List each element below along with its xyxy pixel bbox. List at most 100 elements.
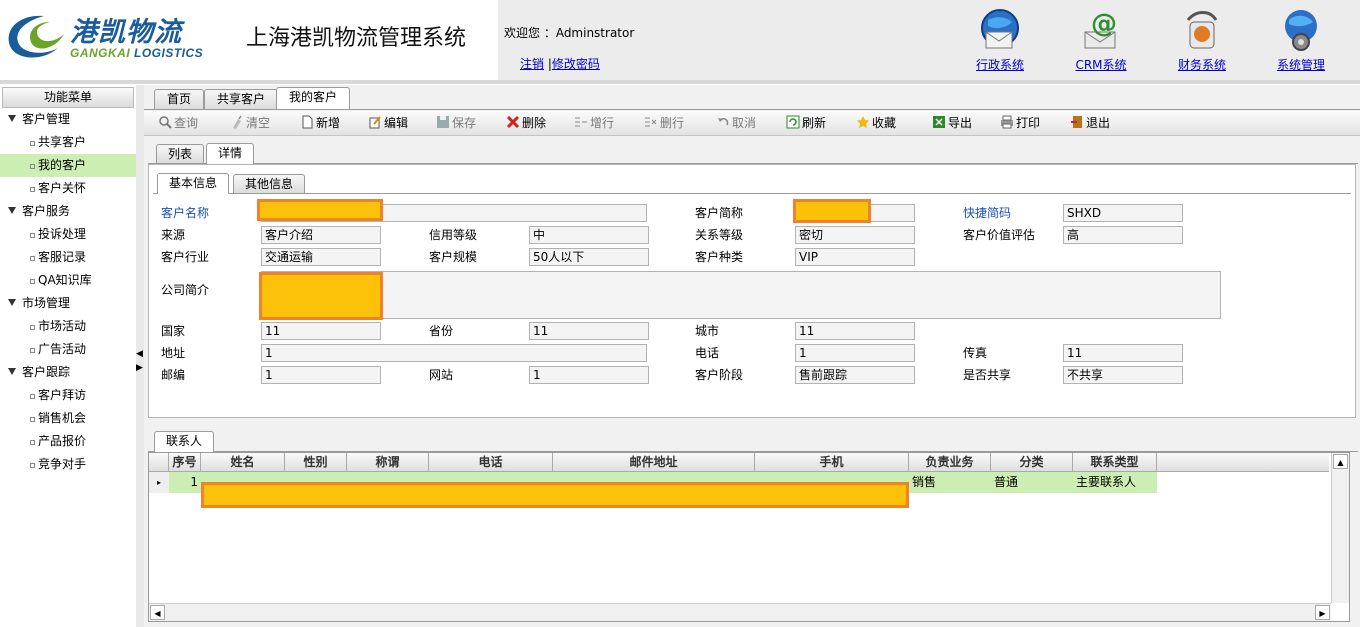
sidebar-item-competitors[interactable]: 竞争对手 xyxy=(0,453,136,476)
refresh-button[interactable]: 刷新 xyxy=(786,115,826,131)
add-row-button[interactable]: 增行 xyxy=(574,115,614,131)
scroll-left-icon[interactable]: ◀ xyxy=(150,605,165,620)
sidebar-title: 功能菜单 xyxy=(2,87,134,108)
exit-button[interactable]: 退出 xyxy=(1070,115,1110,131)
customer-kind-field[interactable]: VIP xyxy=(795,248,915,266)
column-header[interactable]: 序号 xyxy=(169,453,201,471)
column-header[interactable]: 邮件地址 xyxy=(553,453,755,471)
phone-field[interactable]: 1 xyxy=(795,344,915,362)
scroll-right-icon[interactable]: ▶ xyxy=(1315,605,1330,620)
customer-value-field[interactable]: 高 xyxy=(1063,226,1183,244)
source-field[interactable]: 客户介绍 xyxy=(261,226,381,244)
finance-icon xyxy=(1186,11,1218,49)
company-intro-textarea[interactable] xyxy=(261,271,1221,319)
tab-detail[interactable]: 详情 xyxy=(206,143,255,164)
sidebar-group-customer-service[interactable]: 客户服务 xyxy=(0,200,136,223)
relation-level-field[interactable]: 密切 xyxy=(795,226,915,244)
tab-other-info[interactable]: 其他信息 xyxy=(233,174,306,193)
sidebar-group-market-management[interactable]: 市场管理 xyxy=(0,292,136,315)
fax-field[interactable]: 11 xyxy=(1063,344,1183,362)
column-header[interactable]: 负责业务 xyxy=(909,453,991,471)
admin-system-link[interactable]: 行政系统 xyxy=(960,8,1040,73)
sidebar-item-sales-opportunities[interactable]: 销售机会 xyxy=(0,407,136,430)
tab-basic-info[interactable]: 基本信息 xyxy=(157,173,230,194)
finance-system-link[interactable]: 财务系统 xyxy=(1162,8,1242,73)
system-title: 上海港凯物流管理系统 xyxy=(246,26,467,51)
export-button[interactable]: 导出 xyxy=(932,115,972,131)
country-field[interactable]: 11 xyxy=(261,322,381,340)
industry-field[interactable]: 交通运输 xyxy=(261,248,381,266)
sidebar-item-product-quotes[interactable]: 产品报价 xyxy=(0,430,136,453)
column-header[interactable]: 联系类型 xyxy=(1073,453,1157,471)
website-label: 网站 xyxy=(429,368,454,382)
collapse-left-icon[interactable]: ◀ xyxy=(136,349,143,359)
logout-link[interactable]: 注销 xyxy=(520,57,544,71)
scroll-up-icon[interactable]: ▲ xyxy=(1333,454,1348,469)
clear-button[interactable]: 清空 xyxy=(230,115,270,131)
crm-system-label[interactable]: CRM系统 xyxy=(1061,56,1141,73)
sidebar-item-ad-activities[interactable]: 广告活动 xyxy=(0,338,136,361)
finance-system-label[interactable]: 财务系统 xyxy=(1162,56,1242,73)
expand-right-icon[interactable]: ▶ xyxy=(136,363,143,373)
customer-stage-field[interactable]: 售前跟踪 xyxy=(795,366,915,384)
query-button[interactable]: 查询 xyxy=(158,115,198,131)
welcome-message: 欢迎您 ：Adminstrator xyxy=(504,26,635,40)
sidebar-item-shared-customers[interactable]: 共享客户 xyxy=(0,131,136,154)
favorite-button[interactable]: 收藏 xyxy=(856,115,896,131)
credit-level-label: 信用等级 xyxy=(429,228,478,242)
tab-home[interactable]: 首页 xyxy=(154,89,205,109)
column-header[interactable]: 姓名 xyxy=(201,453,285,471)
tab-list[interactable]: 列表 xyxy=(156,144,205,163)
save-button[interactable]: 保存 xyxy=(436,115,476,131)
column-header[interactable]: 电话 xyxy=(429,453,553,471)
column-header[interactable]: 手机 xyxy=(755,453,909,471)
cancel-button[interactable]: 取消 xyxy=(716,115,756,131)
sidebar-item-market-activities[interactable]: 市场活动 xyxy=(0,315,136,338)
crm-system-link[interactable]: @ CRM系统 xyxy=(1061,8,1141,73)
system-admin-link[interactable]: 系统管理 xyxy=(1261,8,1341,73)
tab-shared-customers[interactable]: 共享客户 xyxy=(204,89,279,109)
sidebar-item-service-records[interactable]: 客服记录 xyxy=(0,246,136,269)
column-header[interactable]: 分类 xyxy=(991,453,1073,471)
tab-my-customers[interactable]: 我的客户 xyxy=(276,87,351,109)
tab-contacts[interactable]: 联系人 xyxy=(154,431,215,452)
edit-button[interactable]: 编辑 xyxy=(368,115,408,131)
print-button[interactable]: 打印 xyxy=(1000,115,1040,131)
system-admin-label[interactable]: 系统管理 xyxy=(1261,56,1341,73)
sidebar-item-complaints[interactable]: 投诉处理 xyxy=(0,223,136,246)
gear-globe-icon xyxy=(1285,10,1317,51)
province-field[interactable]: 11 xyxy=(529,322,649,340)
city-field[interactable]: 11 xyxy=(795,322,915,340)
svg-text:@: @ xyxy=(1091,9,1117,39)
sidebar-group-customer-tracking[interactable]: 客户跟踪 xyxy=(0,361,136,384)
sidebar-item-qa-knowledge[interactable]: QA知识库 xyxy=(0,269,136,292)
logo-chinese-text: 港凯物流 xyxy=(70,17,182,48)
shared-field[interactable]: 不共享 xyxy=(1063,366,1183,384)
sidebar-item-my-customers[interactable]: 我的客户 xyxy=(0,154,136,177)
scale-field[interactable]: 50人以下 xyxy=(529,248,649,266)
company-intro-label: 公司简介 xyxy=(161,283,210,297)
column-header[interactable]: 性别 xyxy=(285,453,347,471)
sidebar-item-customer-visits[interactable]: 客户拜访 xyxy=(0,384,136,407)
zip-field[interactable]: 1 xyxy=(261,366,381,384)
quick-code-field[interactable]: SHXD xyxy=(1063,204,1183,222)
excel-icon xyxy=(933,116,945,128)
sidebar-group-customer-management[interactable]: 客户管理 xyxy=(0,108,136,131)
redaction-block xyxy=(793,199,871,223)
sidebar-item-customer-care[interactable]: 客户关怀 xyxy=(0,177,136,200)
source-label: 来源 xyxy=(161,228,186,242)
info-tab-bar: 基本信息 其他信息 xyxy=(153,173,1351,194)
quick-code-label: 快捷简码 xyxy=(963,206,1012,220)
column-header[interactable]: 称谓 xyxy=(347,453,429,471)
address-field[interactable]: 1 xyxy=(261,344,647,362)
vertical-scrollbar[interactable]: ▲ xyxy=(1331,453,1349,603)
delete-row-button[interactable]: 删行 xyxy=(644,115,684,131)
credit-level-field[interactable]: 中 xyxy=(529,226,649,244)
change-password-link[interactable]: 修改密码 xyxy=(552,57,600,71)
website-field[interactable]: 1 xyxy=(529,366,649,384)
admin-system-label[interactable]: 行政系统 xyxy=(960,56,1040,73)
delete-button[interactable]: 删除 xyxy=(506,115,546,131)
horizontal-scrollbar[interactable]: ◀ ▶ xyxy=(149,603,1331,621)
new-button[interactable]: 新增 xyxy=(300,115,340,131)
sidebar-splitter[interactable]: ◀ ▶ xyxy=(136,85,144,627)
